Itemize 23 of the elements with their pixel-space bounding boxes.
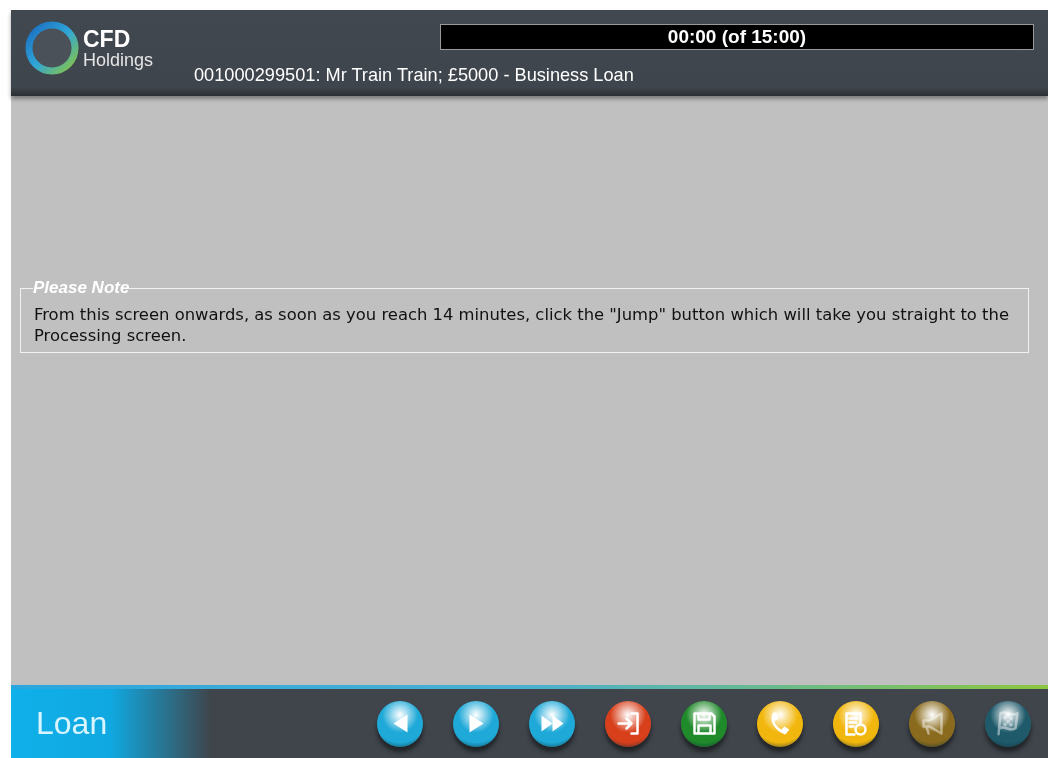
play-arrow-icon (467, 713, 485, 734)
phone-handset-button[interactable] (757, 700, 803, 747)
note-title: Please Note (33, 278, 130, 298)
exit-door-button[interactable] (605, 700, 651, 747)
phone-handset-icon (769, 711, 791, 736)
case-title: 001000299501: Mr Train Train; £5000 - Business Loan (194, 65, 635, 86)
back-arrow-icon (391, 713, 409, 734)
notepad-button[interactable] (833, 700, 879, 747)
ring-logo-icon (24, 20, 80, 76)
brand-subtitle: Holdings (83, 50, 154, 70)
floppy-disk-button[interactable] (681, 700, 727, 747)
brand-name: CFD (83, 28, 132, 50)
fast-forward-button[interactable] (529, 700, 575, 747)
exit-door-icon (617, 712, 639, 735)
play-arrow-button[interactable] (453, 700, 499, 747)
section-label: Loan (11, 689, 211, 758)
timer-display: 00:00 (of 15:00) (440, 24, 1034, 50)
notepad-icon (845, 711, 867, 736)
megaphone-icon (921, 712, 943, 735)
fast-forward-icon (539, 714, 565, 733)
back-arrow-button[interactable] (377, 700, 423, 747)
note-text: From this screen onwards, as soon as you reach 14 minutes, click the "Jump" button which will take you straight to the Processing screen. (34, 304, 1010, 346)
checkered-flag-icon (997, 711, 1019, 736)
